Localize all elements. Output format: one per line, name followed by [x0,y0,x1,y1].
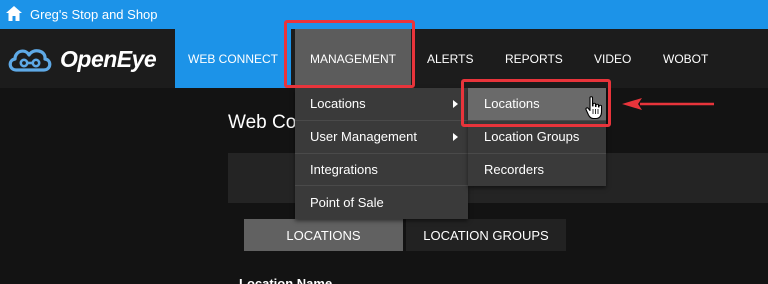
menu-item-point-of-sale[interactable]: Point of Sale [295,186,468,219]
menu-item-label: Locations [310,96,366,112]
site-name[interactable]: Greg's Stop and Shop [30,7,158,22]
hand-cursor-icon [585,96,603,120]
cloud-logo-icon [8,49,52,72]
menu-item-label: Integrations [310,161,378,177]
chevron-right-icon [453,132,458,141]
menu-item-locations[interactable]: Locations [295,88,468,121]
menu-item-user-management[interactable]: User Management [295,121,468,154]
main-navbar: OpenEye WEB CONNECT MANAGEMENT ALERTS RE… [0,29,768,88]
menu-item-label: User Management [310,129,417,145]
nav-video[interactable]: VIDEO [594,29,631,88]
nav-reports[interactable]: REPORTS [505,29,563,88]
home-icon[interactable] [6,6,22,21]
menu-item-label: Point of Sale [310,195,384,211]
logo-text: OpenEye [60,45,157,72]
nav-management[interactable]: MANAGEMENT [295,29,411,88]
topbar: Greg's Stop and Shop [0,0,768,29]
tab-location-groups[interactable]: LOCATION GROUPS [406,219,566,251]
page-title: Web Co [228,112,297,133]
location-name-column-header[interactable]: Location Name [239,276,332,284]
nav-alerts[interactable]: ALERTS [427,29,473,88]
menu-item-integrations[interactable]: Integrations [295,154,468,187]
nav-web-connect[interactable]: WEB CONNECT [175,29,291,88]
chevron-right-icon [453,100,458,108]
nav-wobot[interactable]: WOBOT [663,29,708,88]
tab-locations[interactable]: LOCATIONS [244,219,403,251]
red-arrow-icon [622,98,714,110]
openeye-logo[interactable]: OpenEye [6,42,157,76]
submenu-item-recorders[interactable]: Recorders [468,154,606,187]
management-dropdown: Locations User Management Integrations P… [295,88,468,219]
submenu-item-location-groups[interactable]: Location Groups [468,121,606,154]
